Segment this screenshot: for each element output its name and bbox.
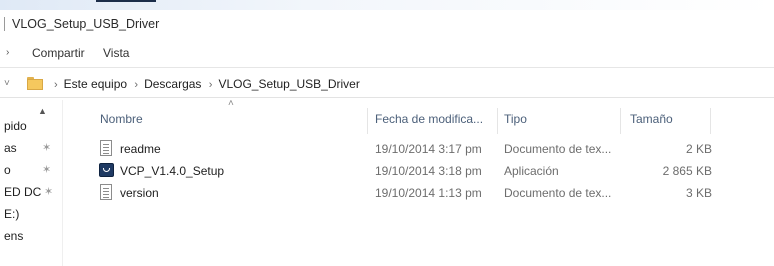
- sort-ascending-icon: ˄: [228, 98, 234, 109]
- tab-compartir[interactable]: Compartir: [32, 46, 85, 60]
- pane-divider[interactable]: [62, 100, 63, 266]
- nav-item[interactable]: pido: [0, 115, 62, 137]
- chevron-right-icon[interactable]: ›: [209, 79, 213, 91]
- nav-item[interactable]: as ✶: [0, 137, 62, 159]
- file-row-vcp-setup[interactable]: VCP_V1.4.0_Setup 19/10/2014 3:18 pm Apli…: [64, 160, 774, 182]
- breadcrumb: › Este equipo › Descargas › VLOG_Setup_USB_…: [50, 77, 360, 91]
- file-size: 2 KB: [685, 142, 712, 156]
- chevron-right-icon[interactable]: ›: [54, 79, 58, 91]
- window-accent: [96, 0, 156, 2]
- nav-item[interactable]: ens: [0, 225, 62, 247]
- file-type: Documento de tex...: [504, 142, 612, 156]
- address-bar[interactable]: ˅ › Este equipo › Descargas › VLOG_Setup_US…: [0, 72, 774, 98]
- chevron-right-icon[interactable]: ›: [134, 79, 138, 91]
- column-date[interactable]: Fecha de modifica...: [375, 112, 483, 126]
- file-row-readme[interactable]: readme 19/10/2014 3:17 pm Documento de t…: [64, 138, 774, 160]
- ribbon-expand-icon[interactable]: ›: [6, 47, 9, 58]
- window-title: VLOG_Setup_USB_Driver: [12, 17, 160, 31]
- pin-icon: ✶: [44, 186, 54, 198]
- column-name[interactable]: Nombre: [100, 112, 143, 126]
- nav-item[interactable]: o ✶: [0, 159, 62, 181]
- file-type: Documento de tex...: [504, 186, 612, 200]
- file-name: readme: [120, 142, 161, 156]
- window-top-strip: [0, 0, 774, 10]
- pin-icon: ✶: [42, 164, 52, 176]
- file-type: Aplicación: [504, 164, 559, 178]
- column-resize-handle[interactable]: [620, 108, 621, 134]
- column-header: ˄ Nombre Fecha de modifica... Tipo Tamañ…: [64, 98, 774, 136]
- tab-vista[interactable]: Vista: [103, 46, 129, 60]
- file-date: 19/10/2014 1:13 pm: [375, 186, 482, 200]
- title-separator: [4, 17, 5, 31]
- folder-icon: [27, 77, 43, 90]
- title-bar: VLOG_Setup_USB_Driver: [0, 12, 774, 38]
- breadcrumb-item[interactable]: Este equipo: [64, 77, 127, 91]
- file-date: 19/10/2014 3:18 pm: [375, 164, 482, 178]
- column-type[interactable]: Tipo: [504, 112, 527, 126]
- breadcrumb-item[interactable]: Descargas: [144, 77, 201, 91]
- column-resize-handle[interactable]: [497, 108, 498, 134]
- breadcrumb-item[interactable]: VLOG_Setup_USB_Driver: [218, 77, 359, 91]
- ribbon: › Compartir Vista: [0, 38, 774, 68]
- navigation-pane: ▲ pido as ✶ o ✶ ED DC ✶ E:) ens: [0, 100, 63, 266]
- column-resize-handle[interactable]: [367, 108, 368, 134]
- recent-locations-icon[interactable]: ˅: [4, 78, 10, 89]
- text-file-icon: [100, 140, 114, 157]
- pin-icon: ✶: [42, 142, 52, 154]
- setup-app-icon: [99, 162, 114, 179]
- column-size[interactable]: Tamaño: [630, 112, 673, 126]
- file-row-version[interactable]: version 19/10/2014 1:13 pm Documento de …: [64, 182, 774, 204]
- file-name: version: [120, 186, 159, 200]
- text-file-icon: [100, 184, 114, 201]
- nav-item[interactable]: ED DC ✶: [0, 181, 62, 203]
- file-date: 19/10/2014 3:17 pm: [375, 142, 482, 156]
- column-resize-handle[interactable]: [710, 108, 711, 134]
- file-size: 2 865 KB: [662, 164, 712, 178]
- nav-item[interactable]: E:): [0, 203, 62, 225]
- file-name: VCP_V1.4.0_Setup: [120, 164, 225, 178]
- file-size: 3 KB: [685, 186, 712, 200]
